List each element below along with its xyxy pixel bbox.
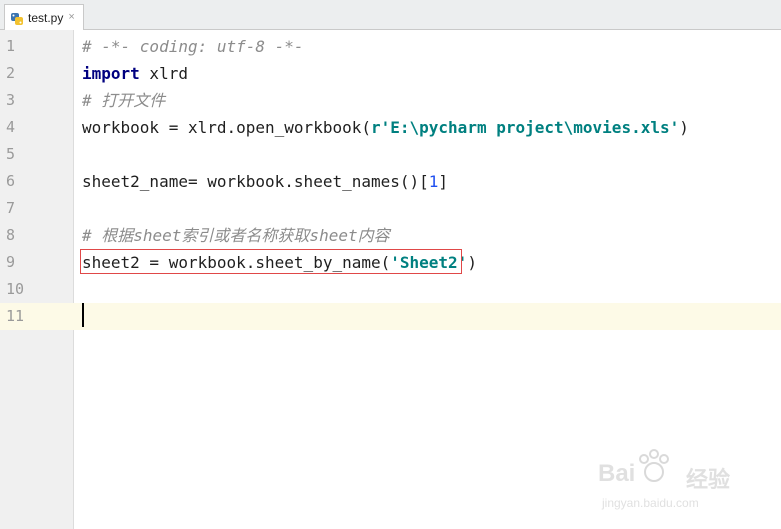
string-token: r'E:\pycharm project\movies.xls'	[370, 118, 680, 137]
line-number: 4	[6, 118, 16, 136]
line-number-current: 11	[0, 303, 74, 330]
code-text: )	[679, 118, 689, 137]
code-text: ]	[438, 172, 449, 191]
line-number: 1	[6, 37, 16, 55]
comment-token: # 打开文件	[82, 91, 166, 110]
paw-icon	[639, 449, 669, 482]
code-line-9: sheet2 = workbook.sheet_by_name('Sheet2'…	[74, 249, 781, 276]
line-number: 2	[6, 64, 16, 82]
code-text: )	[467, 253, 477, 272]
line-number: 10	[6, 280, 25, 298]
watermark-brand: Bai	[598, 460, 636, 487]
line-number: 5	[6, 145, 16, 163]
code-line-8: # 根据sheet索引或者名称获取sheet内容	[74, 222, 781, 249]
code-text: sheet2 = workbook.sheet_by_name(	[82, 253, 391, 272]
code-line-3: # 打开文件	[74, 87, 781, 114]
code-line-1: # -*- coding: utf-8 -*-	[74, 33, 781, 60]
line-numbers: 1 2 3 4 5 6 7 8 9 10 11	[0, 33, 74, 330]
code-text: sheet2_name= workbook.sheet_names()[	[82, 172, 429, 191]
line-number: 3	[6, 91, 16, 109]
close-icon[interactable]: ×	[68, 12, 74, 23]
baidu-jingyan-watermark: Bai 经验 jingyan.baidu.com	[590, 446, 750, 514]
code-text: workbook = xlrd.open_workbook(	[82, 118, 371, 137]
line-number: 8	[6, 226, 16, 244]
watermark-brand-suffix: 经验	[686, 467, 731, 492]
watermark-url: jingyan.baidu.com	[602, 496, 699, 510]
number-token: 1	[428, 172, 439, 191]
line-number: 7	[6, 199, 16, 217]
editor-tab-bar: test.py ×	[0, 0, 781, 30]
code-line-4: workbook = xlrd.open_workbook(r'E:\pycha…	[74, 114, 781, 141]
python-file-icon	[10, 11, 24, 25]
line-number: 9	[6, 253, 16, 271]
tab-test-py[interactable]: test.py ×	[4, 4, 84, 30]
line-number: 6	[6, 172, 16, 190]
code-line-2: import xlrd	[74, 60, 781, 87]
tab-label: test.py	[28, 10, 64, 25]
code-line-6: sheet2_name= workbook.sheet_names()[1]	[74, 168, 781, 195]
code-line-11-current	[74, 303, 781, 330]
code-editor[interactable]: # -*- coding: utf-8 -*- import xlrd # 打开…	[74, 33, 781, 330]
string-token: 'Sheet2'	[390, 253, 468, 272]
comment-token: # 根据sheet索引或者名称获取sheet内容	[82, 226, 390, 245]
comment-token: # -*- coding: utf-8 -*-	[82, 37, 304, 56]
text-caret	[82, 303, 84, 327]
keyword-token: import	[82, 64, 140, 83]
code-text: xlrd	[139, 64, 188, 83]
